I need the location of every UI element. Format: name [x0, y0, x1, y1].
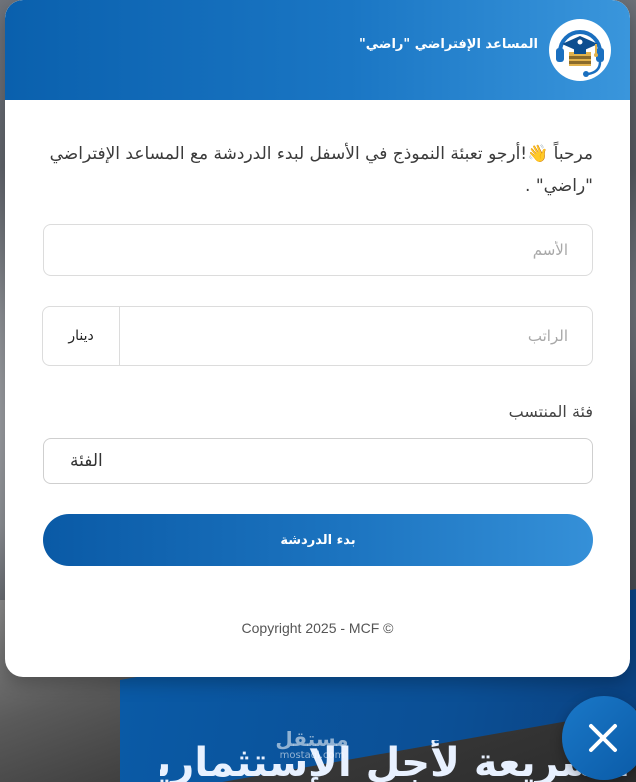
assistant-avatar	[548, 18, 612, 82]
watermark: مستقل mostaql.com	[262, 728, 362, 762]
category-selected-value: الفئة	[70, 451, 103, 471]
chat-header: المساعد الإفتراضي "راضي"	[5, 0, 630, 100]
graduation-cap-headset-icon	[549, 19, 611, 81]
copyright-text: Copyright 2025 - MCF ©	[241, 620, 394, 636]
assistant-title: المساعد الإفتراضي "راضي"	[358, 37, 538, 52]
start-chat-label: بدء الدردشة	[280, 532, 356, 548]
salary-input-wrapper	[120, 307, 592, 365]
background-banner-text: السريعة لأجل الإستثمارية	[160, 740, 630, 782]
watermark-domain: mostaql.com	[279, 750, 345, 761]
salary-input[interactable]	[120, 307, 592, 365]
category-select[interactable]: الفئة	[43, 438, 593, 484]
close-chat-button[interactable]	[562, 696, 636, 780]
currency-addon: دينار	[43, 307, 120, 365]
start-chat-button[interactable]: بدء الدردشة	[43, 514, 593, 566]
watermark-name: مستقل	[275, 727, 349, 751]
salary-field-group: دينار	[42, 306, 593, 366]
welcome-message: مرحباً 👋!أرجو تعبئة النموذج في الأسفل لب…	[49, 144, 593, 196]
name-input[interactable]	[44, 225, 592, 275]
name-field-wrapper	[43, 224, 593, 276]
chat-widget: المساعد الإفتراضي "راضي" مرحباً 👋!أرجو ت…	[5, 0, 630, 677]
category-label: فئة المنتسب	[508, 402, 593, 421]
close-icon	[589, 724, 617, 752]
